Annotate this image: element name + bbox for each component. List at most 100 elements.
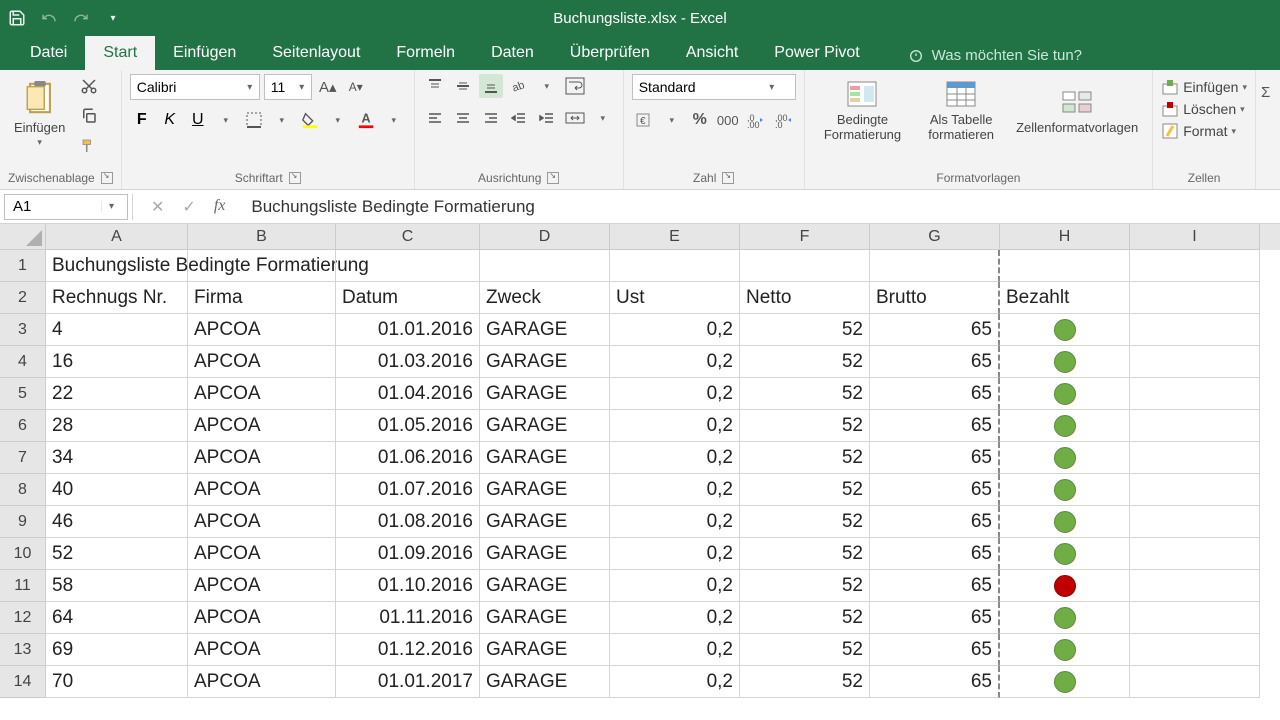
font-name-combo[interactable]: ▾ bbox=[130, 74, 260, 100]
cell[interactable]: APCOA bbox=[188, 506, 336, 538]
cell[interactable] bbox=[1130, 410, 1260, 442]
column-header-D[interactable]: D bbox=[480, 224, 610, 250]
cell[interactable] bbox=[610, 250, 740, 282]
tab-seitenlayout[interactable]: Seitenlayout bbox=[254, 36, 378, 70]
cell[interactable]: 65 bbox=[870, 666, 1000, 698]
cell[interactable]: Buchungsliste Bedingte Formatierung bbox=[46, 250, 188, 282]
merge-dropdown[interactable]: ▾ bbox=[591, 106, 615, 130]
cell[interactable]: 52 bbox=[740, 474, 870, 506]
chevron-down-icon[interactable]: ▾ bbox=[101, 201, 121, 212]
cell[interactable]: 46 bbox=[46, 506, 188, 538]
row-header[interactable]: 6 bbox=[0, 410, 46, 442]
cell[interactable] bbox=[1130, 666, 1260, 698]
column-header-B[interactable]: B bbox=[188, 224, 336, 250]
tab-ansicht[interactable]: Ansicht bbox=[668, 36, 756, 70]
cell[interactable]: 01.04.2016 bbox=[336, 378, 480, 410]
cell[interactable]: 65 bbox=[870, 602, 1000, 634]
cell[interactable]: 0,2 bbox=[610, 538, 740, 570]
cell[interactable] bbox=[1130, 634, 1260, 666]
number-dialog-launcher[interactable] bbox=[722, 172, 734, 184]
cell[interactable]: 65 bbox=[870, 474, 1000, 506]
redo-icon[interactable] bbox=[72, 9, 90, 27]
cell[interactable]: 65 bbox=[870, 506, 1000, 538]
cell[interactable] bbox=[1130, 250, 1260, 282]
cell[interactable]: Netto bbox=[740, 282, 870, 314]
decrease-decimal-icon[interactable]: ,00,0 bbox=[772, 108, 796, 132]
row-header[interactable]: 10 bbox=[0, 538, 46, 570]
orientation-icon[interactable]: ab bbox=[507, 74, 531, 98]
cancel-formula-icon[interactable]: ✕ bbox=[151, 197, 164, 217]
cell[interactable]: 52 bbox=[740, 506, 870, 538]
cell[interactable]: 0,2 bbox=[610, 410, 740, 442]
format-as-table-button[interactable]: Als Tabelle formatieren bbox=[916, 74, 1006, 146]
cell[interactable]: GARAGE bbox=[480, 602, 610, 634]
cell[interactable] bbox=[1000, 602, 1130, 634]
underline-dropdown[interactable]: ▾ bbox=[214, 108, 238, 132]
cell[interactable]: 65 bbox=[870, 314, 1000, 346]
cell[interactable]: 64 bbox=[46, 602, 188, 634]
cell-styles-button[interactable]: Zellenformatvorlagen bbox=[1010, 82, 1144, 139]
cell[interactable]: APCOA bbox=[188, 570, 336, 602]
cell[interactable]: 52 bbox=[740, 602, 870, 634]
align-left-icon[interactable] bbox=[423, 106, 447, 130]
row-header[interactable]: 11 bbox=[0, 570, 46, 602]
cell[interactable] bbox=[870, 250, 1000, 282]
row-header[interactable]: 9 bbox=[0, 506, 46, 538]
cell[interactable] bbox=[1000, 346, 1130, 378]
chevron-down-icon[interactable]: ▾ bbox=[241, 82, 259, 93]
cell[interactable]: 01.11.2016 bbox=[336, 602, 480, 634]
cell[interactable]: APCOA bbox=[188, 314, 336, 346]
align-bottom-icon[interactable] bbox=[479, 74, 503, 98]
cell[interactable]: Zweck bbox=[480, 282, 610, 314]
cell[interactable]: 52 bbox=[740, 634, 870, 666]
decrease-font-icon[interactable]: A▾ bbox=[344, 75, 368, 99]
cell[interactable]: Bezahlt bbox=[1000, 282, 1130, 314]
cell[interactable]: 52 bbox=[740, 410, 870, 442]
cell[interactable]: 52 bbox=[740, 666, 870, 698]
cell[interactable] bbox=[1000, 474, 1130, 506]
cell[interactable]: 52 bbox=[740, 378, 870, 410]
cell[interactable]: APCOA bbox=[188, 666, 336, 698]
cell[interactable] bbox=[1000, 666, 1130, 698]
cell[interactable]: APCOA bbox=[188, 538, 336, 570]
cell[interactable]: 40 bbox=[46, 474, 188, 506]
number-format-combo[interactable]: ▾ bbox=[632, 74, 796, 100]
tab-einfügen[interactable]: Einfügen bbox=[155, 36, 254, 70]
font-dialog-launcher[interactable] bbox=[289, 172, 301, 184]
row-header[interactable]: 4 bbox=[0, 346, 46, 378]
cell[interactable]: 01.12.2016 bbox=[336, 634, 480, 666]
cell[interactable]: 01.07.2016 bbox=[336, 474, 480, 506]
format-painter-icon[interactable] bbox=[77, 134, 101, 158]
align-middle-icon[interactable] bbox=[451, 74, 475, 98]
cell[interactable]: 52 bbox=[740, 442, 870, 474]
cell[interactable]: 0,2 bbox=[610, 346, 740, 378]
tab-datei[interactable]: Datei bbox=[12, 36, 85, 70]
cell[interactable] bbox=[1130, 314, 1260, 346]
tab-start[interactable]: Start bbox=[85, 36, 155, 70]
cell[interactable]: 0,2 bbox=[610, 634, 740, 666]
font-size-input[interactable] bbox=[265, 79, 293, 95]
row-header[interactable]: 5 bbox=[0, 378, 46, 410]
wrap-text-icon[interactable] bbox=[563, 74, 587, 98]
cell[interactable]: 01.09.2016 bbox=[336, 538, 480, 570]
undo-icon[interactable] bbox=[40, 9, 58, 27]
increase-font-icon[interactable]: A▴ bbox=[316, 75, 340, 99]
cell[interactable]: 0,2 bbox=[610, 666, 740, 698]
cell[interactable]: 0,2 bbox=[610, 506, 740, 538]
accounting-dropdown[interactable]: ▾ bbox=[660, 108, 684, 132]
cell[interactable]: 0,2 bbox=[610, 474, 740, 506]
delete-cells-button[interactable]: Löschen ▾ bbox=[1161, 100, 1247, 118]
cell[interactable]: APCOA bbox=[188, 410, 336, 442]
cell[interactable]: Rechnugs Nr. bbox=[46, 282, 188, 314]
tab-formeln[interactable]: Formeln bbox=[378, 36, 473, 70]
cell[interactable] bbox=[1130, 346, 1260, 378]
cell[interactable]: GARAGE bbox=[480, 314, 610, 346]
cell[interactable] bbox=[1130, 602, 1260, 634]
qat-customize-icon[interactable]: ▾ bbox=[104, 9, 122, 27]
cell[interactable]: 0,2 bbox=[610, 378, 740, 410]
border-icon[interactable] bbox=[242, 108, 266, 132]
paste-button[interactable]: Einfügen ▾ bbox=[8, 74, 71, 152]
column-header-F[interactable]: F bbox=[740, 224, 870, 250]
cell[interactable]: 01.06.2016 bbox=[336, 442, 480, 474]
cell[interactable] bbox=[1130, 538, 1260, 570]
